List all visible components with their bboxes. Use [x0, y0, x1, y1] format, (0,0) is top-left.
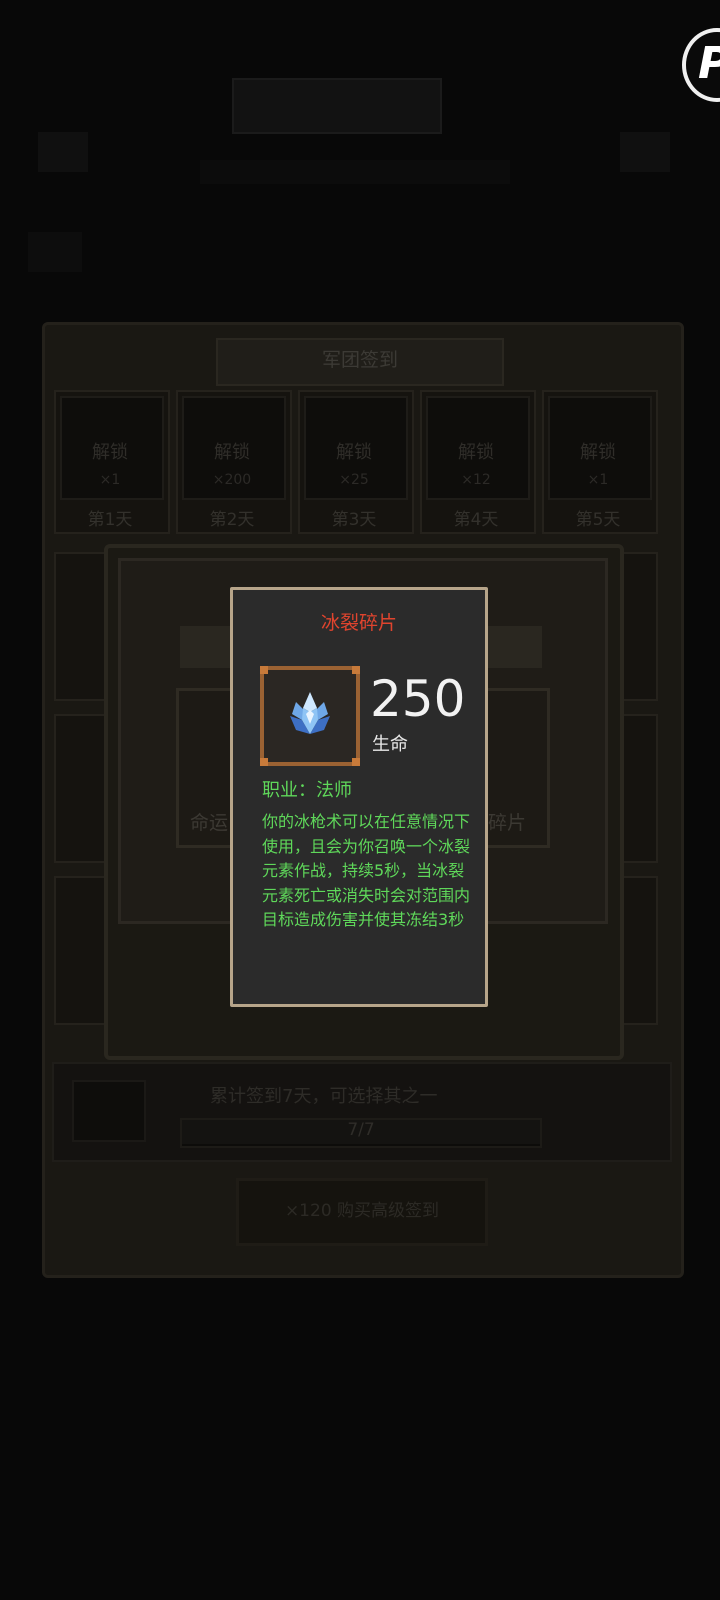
subtitle-bar — [200, 160, 510, 184]
buy-premium-label: ×120 购买高级签到 — [284, 1201, 440, 1221]
job-requirement: 职业：法师 — [262, 780, 352, 801]
choice-card-left-label: 命运 — [190, 812, 229, 834]
day-count: ×200 — [212, 472, 252, 488]
item-title: 冰裂碎片 — [320, 612, 397, 634]
day-label: 第1天 — [87, 510, 133, 530]
stat-label: 生命 — [372, 734, 408, 755]
day-label: 第2天 — [209, 510, 255, 530]
day-count: ×1 — [587, 472, 609, 488]
day-label: 第3天 — [331, 510, 377, 530]
day-unlock-label: 解锁 — [458, 442, 494, 463]
day-unlock-label: 解锁 — [92, 442, 128, 463]
day-count: ×25 — [339, 472, 369, 488]
day-count: ×12 — [461, 472, 491, 488]
top-plate — [232, 78, 442, 134]
top-left-tag — [38, 132, 88, 172]
day-count: ×1 — [99, 472, 121, 488]
progress-text: 7/7 — [347, 1120, 375, 1140]
choice-card-right-label: 碎片 — [488, 812, 527, 834]
dialog-ornament-right — [480, 626, 542, 668]
day-label: 第4天 — [453, 510, 499, 530]
stat-value: 250 — [370, 670, 466, 728]
day-label: 第5天 — [575, 510, 621, 530]
logo-letter: P — [698, 38, 720, 89]
day-unlock-label: 解锁 — [336, 442, 372, 463]
item-description: 你的冰枪术可以在任意情况下使用，且会为你召唤一个冰裂元素作战，持续5秒，当冰裂元… — [262, 812, 471, 929]
panel-title: 军团签到 — [321, 349, 398, 371]
ice-crystal-icon — [290, 692, 330, 734]
day-unlock-label: 解锁 — [214, 442, 250, 463]
cumulative-text: 累计签到7天，可选择其之一 — [210, 1086, 438, 1107]
chest-icon[interactable] — [72, 1080, 146, 1142]
side-mark — [28, 232, 82, 272]
day-unlock-label: 解锁 — [580, 442, 616, 463]
top-right-tag — [620, 132, 670, 172]
